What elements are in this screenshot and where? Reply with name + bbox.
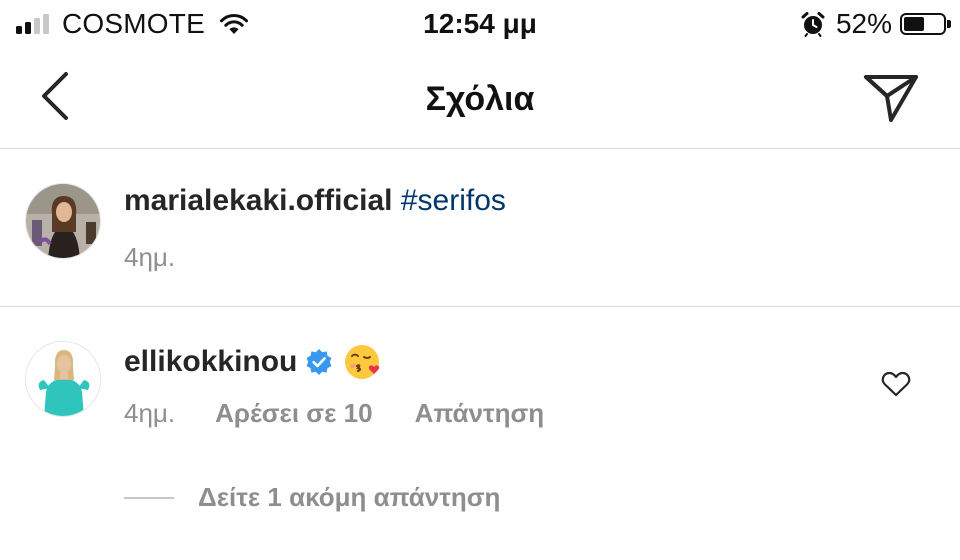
verified-badge-icon: [306, 349, 332, 375]
battery-percentage: 52%: [835, 8, 892, 39]
user-photo-icon: [26, 342, 100, 416]
avatar[interactable]: [25, 341, 101, 417]
avatar[interactable]: [25, 183, 101, 259]
caption-timestamp: 4ημ.: [124, 242, 176, 272]
alarm-clock-icon: [801, 12, 825, 37]
caption-username[interactable]: marialekaki.official: [124, 184, 392, 217]
comment-likes-count[interactable]: Αρέσει σε 10: [215, 398, 372, 429]
heart-icon[interactable]: [880, 368, 912, 400]
comment-line: ellikokkinou: [124, 342, 383, 382]
status-right: 52%: [800, 8, 951, 40]
direct-send-icon[interactable]: [862, 70, 920, 126]
comment-item: ellikokkinou 4ημ. Αρέσει σε 10 Απάντηση …: [0, 308, 960, 560]
reply-button[interactable]: Απάντηση: [415, 398, 545, 429]
status-bar: COSMOTE 12:54 μμ 52%: [0, 0, 960, 50]
post-caption: marialekaki.official #serifos 4ημ.: [0, 150, 960, 307]
battery-level-fill: [904, 17, 924, 31]
view-more-replies-button[interactable]: Δείτε 1 ακόμη απάντηση: [124, 482, 500, 513]
view-more-replies-label: Δείτε 1 ακόμη απάντηση: [198, 482, 501, 512]
replies-divider-line: [124, 496, 174, 499]
comment-meta: 4ημ. Αρέσει σε 10 Απάντηση: [124, 398, 544, 429]
user-photo-icon: [26, 184, 100, 258]
caption-text: marialekaki.official #serifos: [124, 184, 506, 218]
comments-header: Σχόλια: [0, 50, 960, 149]
comment-timestamp: 4ημ.: [124, 398, 176, 428]
caption-hashtag[interactable]: #serifos: [401, 184, 506, 217]
comment-username[interactable]: ellikokkinou: [124, 345, 297, 379]
battery-icon: [900, 13, 951, 35]
face-blowing-kiss-icon: [345, 345, 380, 379]
page-title: Σχόλια: [425, 80, 535, 118]
